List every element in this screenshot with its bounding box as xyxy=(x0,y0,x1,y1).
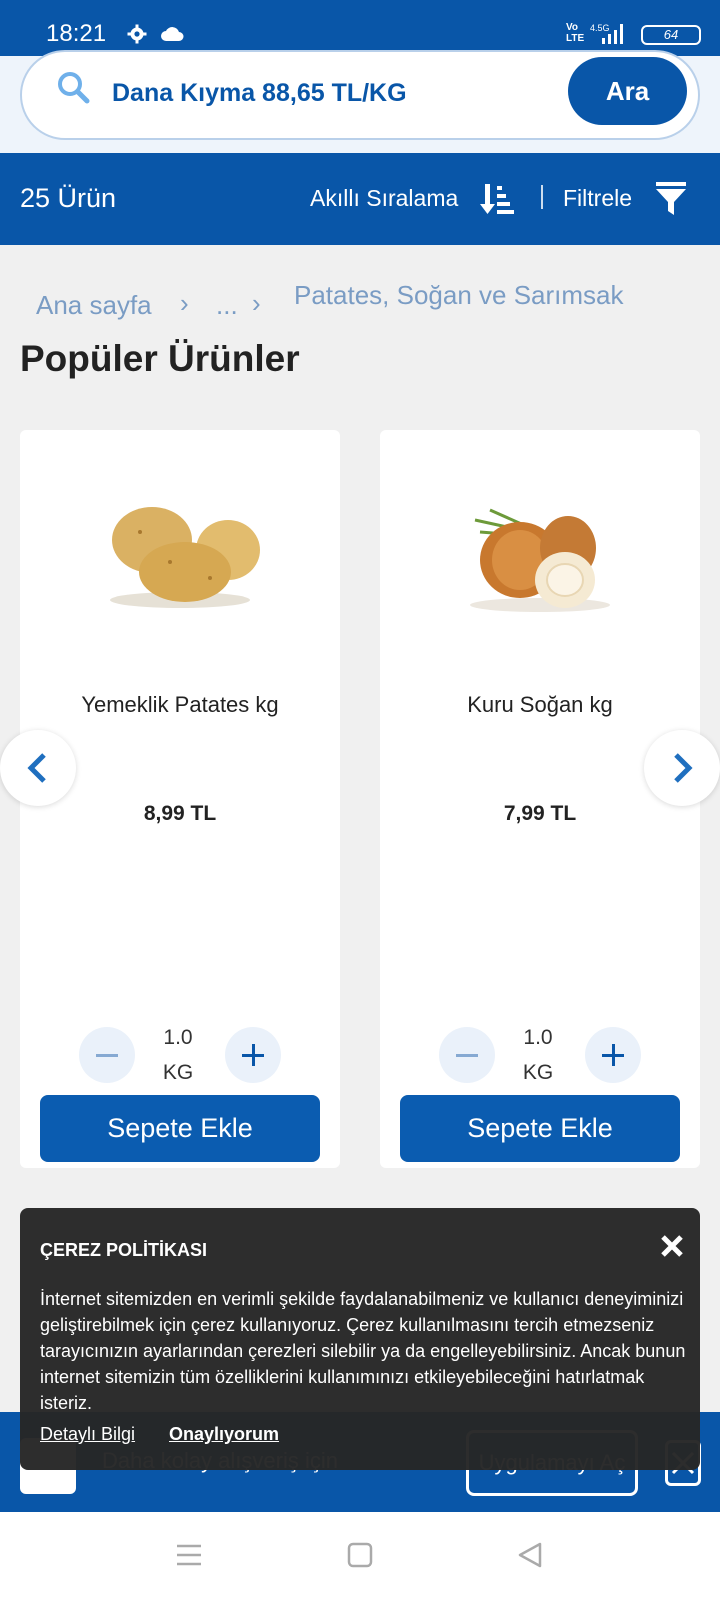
result-count: 25 Ürün xyxy=(20,183,117,213)
product-card[interactable]: Yemeklik Patates kg 8,99 TL 1.0 KG Sepete… xyxy=(20,430,340,1168)
decrease-quantity-button[interactable] xyxy=(79,1027,135,1083)
search-button[interactable]: Ara xyxy=(568,57,687,125)
cookie-policy-popup: ÇEREZ POLİTİKASI İnternet sitemizden en … xyxy=(20,1208,700,1470)
product-card[interactable]: Kuru Soğan kg 7,99 TL 1.0 KG Sepete Ekle xyxy=(380,430,700,1168)
cookie-text: İnternet sitemizden en verimli şekilde f… xyxy=(40,1289,686,1413)
decrease-quantity-button[interactable] xyxy=(439,1027,495,1083)
breadcrumb-ellipsis[interactable]: ... xyxy=(216,290,238,321)
back-icon[interactable] xyxy=(517,1542,543,1568)
status-time: 18:21 xyxy=(46,20,107,47)
cookie-title: ÇEREZ POLİTİKASI xyxy=(40,1240,208,1260)
product-price: 7,99 TL xyxy=(503,802,577,825)
breadcrumb-current: Patates, Soğan ve Sarımsak xyxy=(294,280,624,310)
signal-icon: 4.5G xyxy=(590,23,623,44)
filter-button[interactable]: Filtrele xyxy=(563,185,632,212)
carousel-next-button[interactable] xyxy=(644,730,720,806)
status-bar: 18:21 Vo LTE 4.5G 64 xyxy=(0,0,720,56)
add-to-cart-button[interactable]: Sepete Ekle xyxy=(40,1095,320,1162)
sort-icon[interactable] xyxy=(480,182,514,216)
chevron-right-icon: › xyxy=(252,288,261,318)
search-icon xyxy=(58,72,90,104)
gear-icon xyxy=(127,24,147,44)
search-query: Dana Kıyma 88,65 TL/KG xyxy=(112,79,407,107)
increase-quantity-button[interactable] xyxy=(585,1027,641,1083)
product-price: 8,99 TL xyxy=(143,802,217,825)
battery-indicator: 64 xyxy=(641,25,701,45)
svg-text:4.5G: 4.5G xyxy=(590,23,610,33)
cloud-icon xyxy=(161,27,184,41)
page-title: Popüler Ürünler xyxy=(20,338,300,379)
filter-icon[interactable] xyxy=(656,182,686,216)
chevron-right-icon: › xyxy=(180,288,189,318)
sort-button[interactable]: Akıllı Sıralama xyxy=(310,185,458,212)
quantity-value: 1.0 KG xyxy=(162,1026,194,1084)
search-area: Dana Kıyma 88,65 TL/KG Ara xyxy=(0,50,720,153)
system-nav-bar xyxy=(0,1512,720,1600)
chevron-left-icon xyxy=(27,753,46,783)
cookie-accept-link[interactable]: Onaylıyorum xyxy=(169,1424,279,1445)
breadcrumb-home[interactable]: Ana sayfa xyxy=(36,290,152,321)
carousel-prev-button[interactable] xyxy=(0,730,76,806)
menu-icon[interactable] xyxy=(176,1542,202,1568)
toolbar-divider xyxy=(541,185,543,209)
potato-image xyxy=(110,507,260,608)
onion-image xyxy=(470,508,610,612)
search-input[interactable]: Dana Kıyma 88,65 TL/KG Ara xyxy=(20,50,700,140)
quantity-value: 1.0 KG xyxy=(522,1026,554,1084)
close-icon[interactable] xyxy=(660,1234,684,1258)
product-name[interactable]: Yemeklik Patates kg xyxy=(20,692,340,718)
home-icon[interactable] xyxy=(347,1542,373,1568)
cookie-details-link[interactable]: Detaylı Bilgi xyxy=(40,1424,135,1445)
chevron-right-icon xyxy=(674,753,693,783)
add-to-cart-button[interactable]: Sepete Ekle xyxy=(400,1095,680,1162)
increase-quantity-button[interactable] xyxy=(225,1027,281,1083)
volte-indicator: Vo LTE xyxy=(566,22,585,44)
results-toolbar: 25 Ürün Akıllı Sıralama Filtrele xyxy=(0,153,720,245)
product-name[interactable]: Kuru Soğan kg xyxy=(380,692,700,718)
